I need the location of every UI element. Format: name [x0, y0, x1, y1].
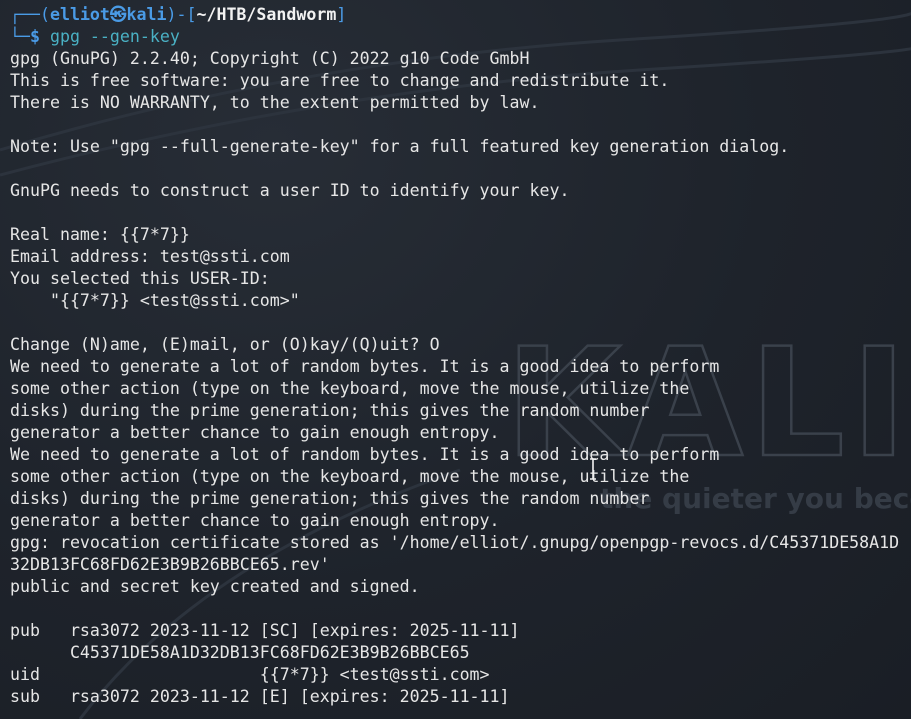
output-line: generator a better chance to gain enough…	[10, 423, 500, 442]
output-line: GnuPG needs to construct a user ID to id…	[10, 181, 570, 200]
output-line: disks) during the prime generation; this…	[10, 401, 650, 420]
command-line: └─$ gpg --gen-key	[10, 26, 911, 48]
prompt-box-top: ┌──(	[10, 5, 50, 24]
output-line: Change (N)ame, (E)mail, or (O)kay/(Q)uit…	[10, 335, 440, 354]
terminal-window[interactable]: KALI the quieter you become, ┌──(elliot㉿…	[0, 0, 911, 719]
output-line: gpg (GnuPG) 2.2.40; Copyright (C) 2022 g…	[10, 49, 530, 68]
kali-symbol-icon: ㉿	[109, 5, 127, 24]
output-line: You selected this USER-ID:	[10, 269, 270, 288]
output-line: some other action (type on the keyboard,…	[10, 467, 690, 486]
output-line: Note: Use "gpg --full-generate-key" for …	[10, 137, 790, 156]
output-line: sub rsa3072 2023-11-12 [E] [expires: 202…	[10, 687, 510, 706]
terminal-output[interactable]: ┌──(elliot㉿kali)-[~/HTB/Sandworm] └─$ gp…	[10, 4, 911, 708]
output-line: Real name: {{7*7}}	[10, 225, 190, 244]
output-line: pub rsa3072 2023-11-12 [SC] [expires: 20…	[10, 621, 520, 640]
output-line: There is NO WARRANTY, to the extent perm…	[10, 93, 540, 112]
prompt-path: ~/HTB/Sandworm	[196, 5, 337, 24]
output-line: We need to generate a lot of random byte…	[10, 445, 720, 464]
output-line: public and secret key created and signed…	[10, 577, 420, 596]
output-line: disks) during the prime generation; this…	[10, 489, 650, 508]
prompt-line: ┌──(elliot㉿kali)-[~/HTB/Sandworm]	[10, 4, 911, 26]
prompt-close: ]	[336, 5, 347, 24]
output-line: generator a better chance to gain enough…	[10, 511, 500, 530]
output-line: This is free software: you are free to c…	[10, 71, 670, 90]
output-line: C45371DE58A1D32DB13FC68FD62E3B9B26BBCE65	[10, 643, 470, 662]
prompt-separator: )-[	[166, 5, 197, 24]
output-line: some other action (type on the keyboard,…	[10, 379, 690, 398]
prompt-user: elliot	[49, 5, 110, 24]
command-text: gpg --gen-key	[39, 27, 180, 46]
prompt-box-bottom: └─	[10, 27, 30, 46]
prompt-dollar: $	[29, 27, 40, 46]
output-line: "{{7*7}} <test@ssti.com>"	[10, 291, 300, 310]
output-line: gpg: revocation certificate stored as '/…	[10, 533, 900, 552]
output-line: 32DB13FC68FD62E3B9B26BBCE65.rev'	[10, 555, 330, 574]
output-line: We need to generate a lot of random byte…	[10, 357, 720, 376]
output-line: Email address: test@ssti.com	[10, 247, 290, 266]
output-line: uid {{7*7}} <test@ssti.com>	[10, 665, 490, 684]
prompt-host: kali	[126, 5, 167, 24]
